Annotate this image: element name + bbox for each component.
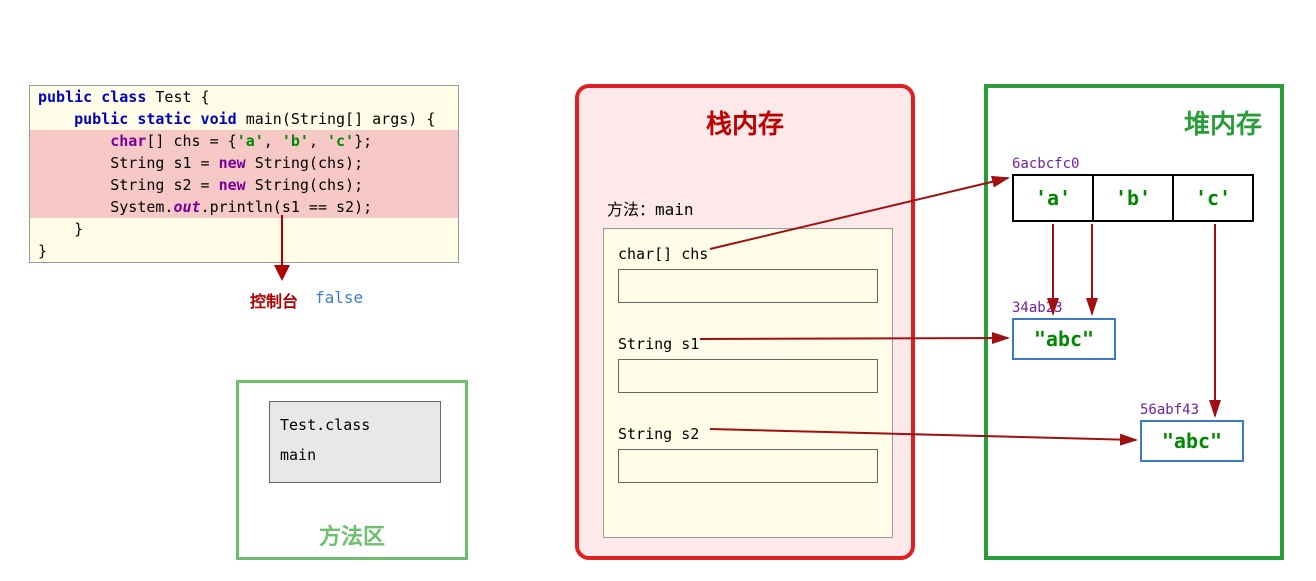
code-block: public class Test { public static void m… bbox=[29, 85, 459, 263]
class-box: Test.class main bbox=[269, 401, 441, 483]
stack-frame: char[] chs String s1 String s2 bbox=[603, 228, 893, 538]
char-cell-b: 'b' bbox=[1092, 174, 1174, 222]
stack-title: 栈内存 bbox=[579, 104, 911, 141]
var-label-s2: String s2 bbox=[618, 425, 699, 443]
method-area-panel: Test.class main 方法区 bbox=[236, 380, 468, 560]
heap-title: 堆内存 bbox=[1184, 104, 1262, 141]
address-s2: 56abf43 bbox=[1140, 402, 1199, 418]
char-cell-c: 'c' bbox=[1172, 174, 1254, 222]
string-object-s2: "abc" bbox=[1140, 420, 1244, 462]
address-chs: 6acbcfc0 bbox=[1012, 156, 1079, 172]
string-object-s1: "abc" bbox=[1012, 318, 1116, 360]
char-array: 'a' 'b' 'c' bbox=[1012, 174, 1254, 222]
method-name: main bbox=[280, 440, 430, 470]
method-area-title: 方法区 bbox=[239, 519, 465, 551]
console-label: 控制台 bbox=[250, 288, 298, 312]
var-label-chs: char[] chs bbox=[618, 245, 708, 263]
var-slot-s2 bbox=[618, 449, 878, 483]
var-label-s1: String s1 bbox=[618, 335, 699, 353]
char-cell-a: 'a' bbox=[1012, 174, 1094, 222]
console-output: false bbox=[315, 288, 363, 307]
var-slot-chs bbox=[618, 269, 878, 303]
var-slot-s1 bbox=[618, 359, 878, 393]
stack-memory-panel: 栈内存 方法：main char[] chs String s1 String … bbox=[575, 84, 915, 560]
address-s1: 34ab23 bbox=[1012, 300, 1063, 316]
class-name: Test.class bbox=[280, 410, 430, 440]
stack-frame-label: 方法：main bbox=[607, 196, 694, 220]
